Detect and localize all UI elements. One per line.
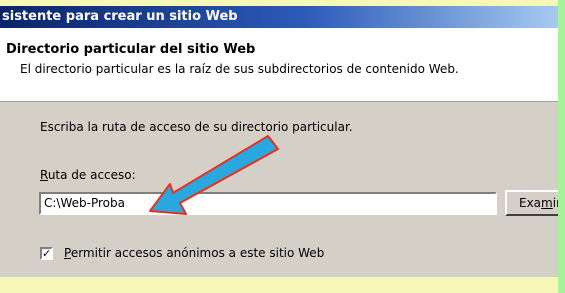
anonymous-access-text: ermitir accesos anónimos a este sitio We… xyxy=(70,246,325,260)
browse-label-accesskey: m xyxy=(541,196,553,210)
wizard-window: sistente para crear un sitio Web Directo… xyxy=(0,0,565,293)
path-input[interactable]: C:\Web-Proba xyxy=(39,192,497,215)
anonymous-access-accesskey: P xyxy=(64,246,71,260)
instruction-text: Escriba la ruta de acceso de su director… xyxy=(40,120,353,134)
path-label-text: uta de acceso: xyxy=(47,168,136,182)
wizard-header: Directorio particular del sitio Web El d… xyxy=(0,28,558,102)
browse-button[interactable]: Examir xyxy=(505,190,565,216)
page-title: Directorio particular del sitio Web xyxy=(6,42,256,57)
path-label: Ruta de acceso: xyxy=(40,168,136,182)
browse-label-pre: Exa xyxy=(519,196,542,210)
anonymous-access-checkbox[interactable]: ✓ xyxy=(40,247,53,260)
title-bar: sistente para crear un sitio Web xyxy=(0,6,558,28)
window-title: sistente para crear un sitio Web xyxy=(2,9,238,24)
right-border xyxy=(558,0,565,293)
bottom-margin xyxy=(0,277,558,293)
anonymous-access-label[interactable]: Permitir accesos anónimos a este sitio W… xyxy=(64,246,324,260)
path-label-accesskey: R xyxy=(40,168,48,182)
page-subtitle: El directorio particular es la raíz de s… xyxy=(20,62,459,76)
